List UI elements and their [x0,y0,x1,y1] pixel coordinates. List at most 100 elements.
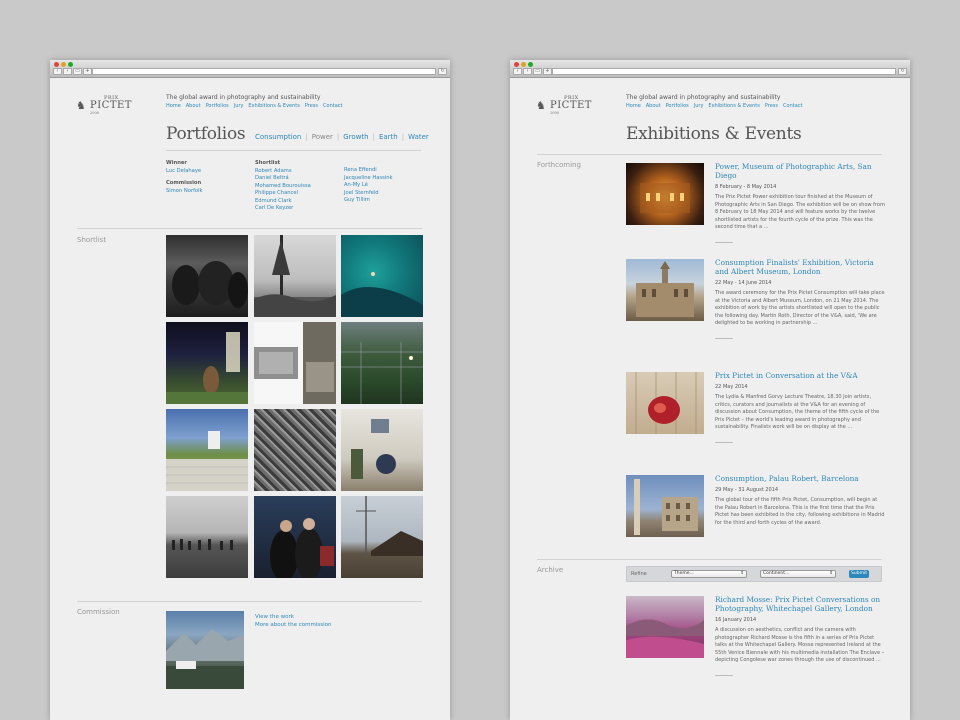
photo-thumbnail[interactable] [254,496,336,578]
close-window-icon[interactable] [514,62,519,67]
refine-label: Refine [631,571,647,577]
photo-thumbnail[interactable] [341,496,423,578]
nav-jury[interactable]: Jury [694,103,704,109]
event-title-link[interactable]: Consumption, Palau Robert, Barcelona [715,474,885,483]
artist-link[interactable]: An-My Lê [344,182,393,190]
photo-thumbnail[interactable] [166,235,248,317]
event-thumbnail[interactable] [626,475,704,537]
archive-section-label: Archive [537,566,564,574]
nav-about[interactable]: About [186,103,201,109]
top-nav: Home About Portfolios Jury Exhibitions &… [626,103,802,109]
forthcoming-section-label: Forthcoming [537,161,581,169]
winner-label: Winner [166,160,187,166]
archive-event-item: Richard Mosse: Prix Pictet Conversations… [715,595,885,676]
artist-link[interactable]: Guy Tillim [344,197,393,205]
address-bar[interactable] [552,68,896,75]
forward-arrow-icon[interactable]: › [523,68,532,75]
nav-home[interactable]: Home [626,103,641,109]
bookmarks-icon[interactable]: ▭ [73,68,82,75]
winner-link[interactable]: Luc Delahaye [166,168,203,176]
nav-contact[interactable]: Contact [783,103,802,109]
artist-link[interactable]: Rena Effendi [344,167,393,175]
artist-link[interactable]: Joel Sternfeld [344,190,393,198]
submit-button[interactable]: Submit [849,570,869,578]
tagline: The global award in photography and sust… [626,94,781,101]
commission-photo-thumbnail[interactable] [166,611,244,689]
photo-thumbnail[interactable] [341,322,423,404]
event-title-link[interactable]: Power, Museum of Photographic Arts, San … [715,162,885,180]
event-thumbnail[interactable] [626,259,704,321]
event-thumbnail[interactable] [626,372,704,434]
tab-earth[interactable]: Earth [379,133,398,141]
add-tab-icon[interactable]: + [83,68,92,75]
shortlist-label: Shortlist [255,160,281,166]
logo-date-text: 2008 [90,111,99,115]
artist-link[interactable]: Mohamed Bourouissa [255,183,311,191]
prix-pictet-logo[interactable]: ♞ PRIX PICTET 2008 [536,96,592,116]
photo-thumbnail[interactable] [254,235,336,317]
select-arrows-icon: ⇕ [740,571,744,576]
event-thumbnail[interactable] [626,163,704,225]
event-title-link[interactable]: Prix Pictet in Conversation at the V&A [715,371,885,380]
address-bar[interactable] [92,68,436,75]
nav-press[interactable]: Press [305,103,318,109]
photo-thumbnail[interactable] [254,409,336,491]
continent-select[interactable]: Continent... ⇕ [760,570,836,578]
photo-thumbnail[interactable] [341,409,423,491]
back-arrow-icon[interactable]: ‹ [513,68,522,75]
reload-icon[interactable]: ↻ [438,68,447,75]
more-commission-link[interactable]: More about the commission [255,621,332,629]
event-thumbnail[interactable] [626,596,704,658]
forward-arrow-icon[interactable]: › [63,68,72,75]
nav-portfolios[interactable]: Portfolios [666,103,689,109]
nav-portfolios[interactable]: Portfolios [206,103,229,109]
artist-link[interactable]: Jacqueline Hassink [344,175,393,183]
nav-press[interactable]: Press [765,103,778,109]
nav-contact[interactable]: Contact [323,103,342,109]
zoom-window-icon[interactable] [528,62,533,67]
zoom-window-icon[interactable] [68,62,73,67]
back-arrow-icon[interactable]: ‹ [53,68,62,75]
add-tab-icon[interactable]: + [543,68,552,75]
photo-thumbnail[interactable] [166,496,248,578]
view-work-link[interactable]: View the work [255,613,332,621]
photo-thumbnail[interactable] [254,322,336,404]
tab-water[interactable]: Water [408,133,429,141]
nav-exhibitions[interactable]: Exhibitions & Events [248,103,299,109]
commission-artist-link[interactable]: Simon Norfolk [166,188,203,196]
event-title-link[interactable]: Richard Mosse: Prix Pictet Conversations… [715,595,885,613]
close-window-icon[interactable] [54,62,59,67]
reload-icon[interactable]: ↻ [898,68,907,75]
divider: | [401,133,405,141]
event-date: 29 May - 31 August 2014 [715,487,779,493]
photo-thumbnail[interactable] [166,409,248,491]
photo-thumbnail[interactable] [166,322,248,404]
tab-power[interactable]: Power [312,133,333,141]
nav-about[interactable]: About [646,103,661,109]
artist-link[interactable]: Philippe Chancel [255,190,311,198]
minimize-window-icon[interactable] [521,62,526,67]
artist-link[interactable]: Daniel Beltrá [255,175,311,183]
nav-exhibitions[interactable]: Exhibitions & Events [708,103,759,109]
minimize-window-icon[interactable] [61,62,66,67]
browser-toolbar: ‹ › ▭ + ↻ [50,60,450,78]
bookmarks-icon[interactable]: ▭ [533,68,542,75]
divider [715,674,733,676]
divider [77,601,422,602]
photo-thumbnail[interactable] [341,235,423,317]
nav-home[interactable]: Home [166,103,181,109]
event-title-link[interactable]: Consumption Finalists' Exhibition, Victo… [715,258,885,276]
browser-window-exhibitions: ‹ › ▭ + ↻ ♞ PRIX PICTET 2008 The global … [510,60,910,720]
divider [715,241,733,243]
event-description: The award ceremony for the Prix Pictet C… [715,290,885,326]
tab-consumption[interactable]: Consumption [255,133,301,141]
prix-pictet-logo[interactable]: ♞ PRIX PICTET 2008 [76,96,132,116]
theme-select[interactable]: Theme... ⇕ [671,570,747,578]
event-item: Prix Pictet in Conversation at the V&A 2… [715,371,885,443]
tab-growth[interactable]: Growth [343,133,368,141]
artist-link[interactable]: Edmund Clark [255,198,311,206]
divider: | [305,133,308,141]
artist-link[interactable]: Carl De Keyzer [255,205,311,213]
artist-link[interactable]: Robert Adams [255,168,311,176]
nav-jury[interactable]: Jury [234,103,244,109]
